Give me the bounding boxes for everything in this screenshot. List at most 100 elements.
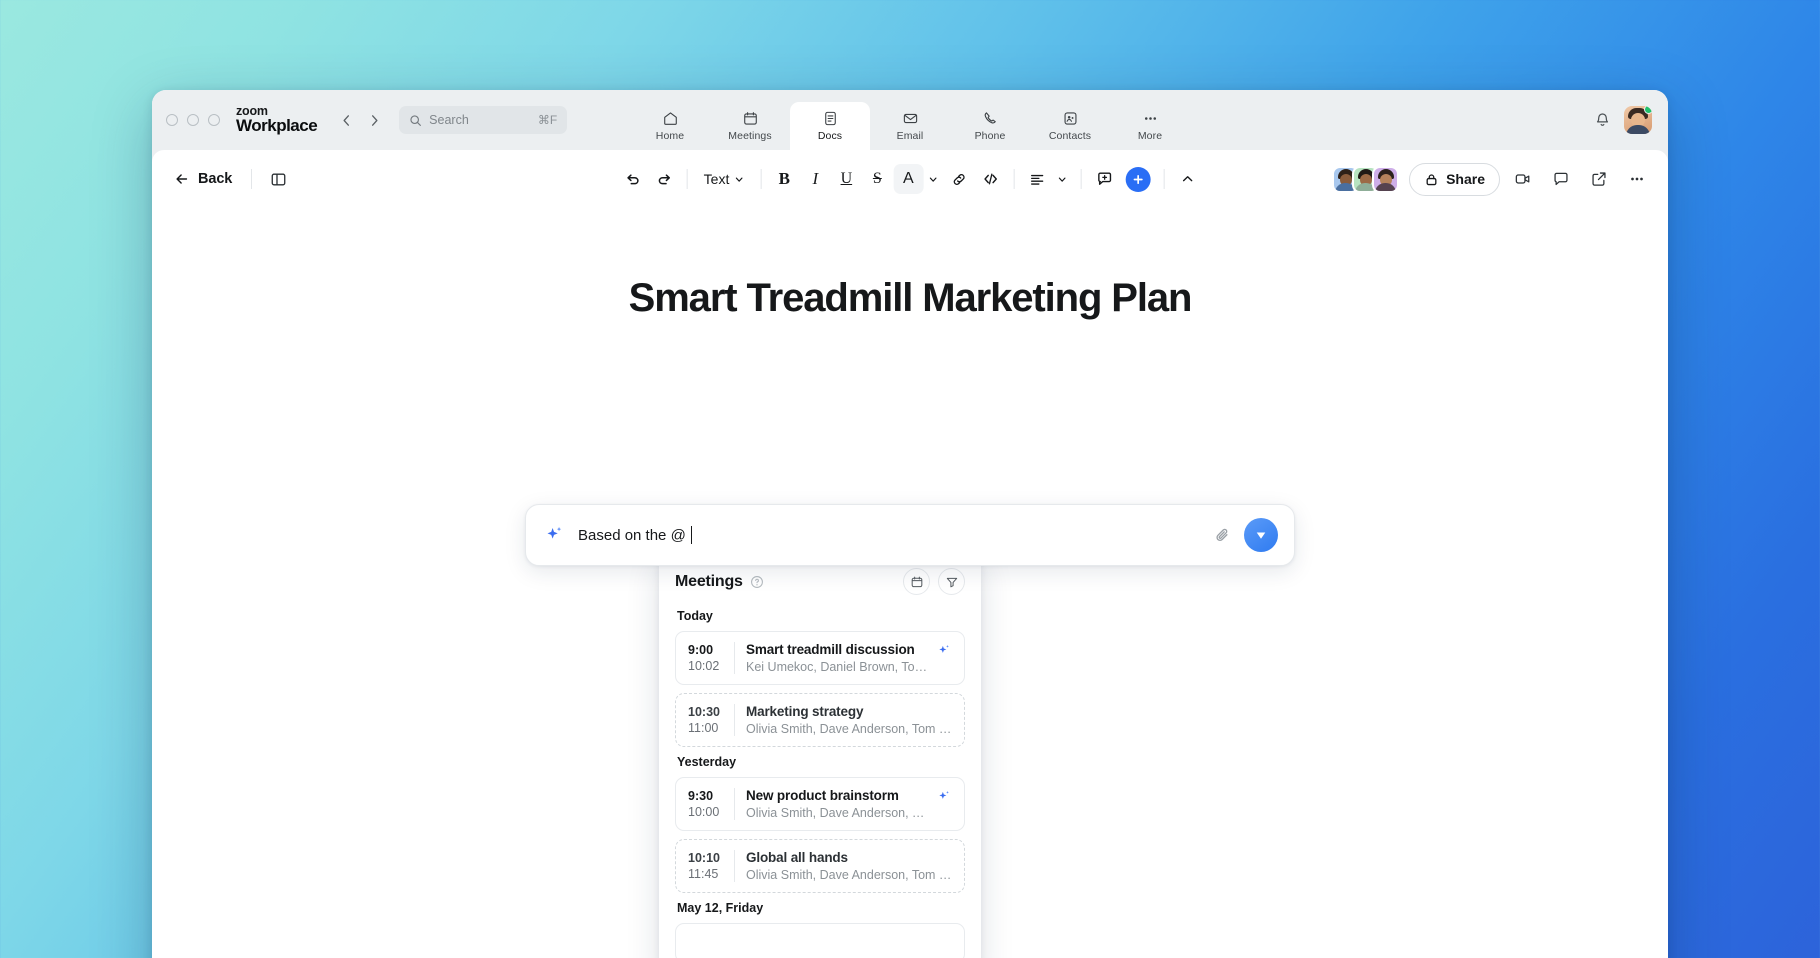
meeting-end-time: 11:00: [688, 721, 724, 735]
share-button-label: Share: [1446, 171, 1485, 187]
toolbar-right-group: Share: [1332, 163, 1652, 196]
lock-icon: [1424, 172, 1439, 187]
bold-button[interactable]: B: [769, 164, 799, 194]
back-arrow-icon[interactable]: [333, 107, 359, 133]
external-link-icon[interactable]: [1584, 164, 1614, 194]
toolbar-divider: [251, 169, 252, 189]
insert-block-button[interactable]: [1125, 167, 1150, 192]
toolbar-divider: [1080, 169, 1081, 189]
meeting-divider: [734, 642, 735, 674]
share-button[interactable]: Share: [1409, 163, 1500, 196]
meeting-info: New product brainstorm Olivia Smith, Dav…: [746, 788, 929, 820]
avatar-body: [1626, 125, 1650, 134]
maximize-window-button[interactable]: [208, 114, 220, 126]
tab-more[interactable]: More: [1110, 102, 1190, 150]
meeting-attendees: Olivia Smith, Dave Anderson, Tom Nguyen…: [746, 806, 929, 820]
tab-email[interactable]: Email: [870, 102, 950, 150]
meeting-divider: [734, 850, 735, 882]
paperclip-icon[interactable]: [1213, 526, 1232, 545]
help-circle-icon[interactable]: [750, 575, 764, 589]
text-style-dropdown[interactable]: Text: [696, 166, 753, 192]
meeting-info: Marketing strategy Olivia Smith, Dave An…: [746, 704, 952, 736]
redo-icon[interactable]: [649, 164, 679, 194]
avatar-body: [1375, 183, 1396, 193]
calendar-icon[interactable]: [903, 568, 930, 595]
tab-meetings[interactable]: Meetings: [710, 102, 790, 150]
meeting-title: New product brainstorm: [746, 788, 929, 803]
close-window-button[interactable]: [166, 114, 178, 126]
tab-email-label: Email: [897, 130, 924, 142]
meeting-info: Smart treadmill discussion Kei Umekoc, D…: [746, 642, 929, 674]
meetings-panel-title: Meetings: [675, 573, 743, 591]
strike-label: S: [873, 170, 882, 188]
minimize-window-button[interactable]: [187, 114, 199, 126]
add-comment-icon[interactable]: [1089, 164, 1119, 194]
font-color-button[interactable]: A: [893, 164, 923, 194]
home-icon: [662, 110, 679, 127]
page-title[interactable]: Smart Treadmill Marketing Plan: [152, 276, 1668, 321]
meeting-attendees: Olivia Smith, Dave Anderson, Tom Nguyen…: [746, 722, 952, 736]
filter-icon[interactable]: [938, 568, 965, 595]
align-left-icon[interactable]: [1022, 164, 1052, 194]
meetings-group: Yesterday 9:30 10:00 New product brainst…: [675, 755, 965, 893]
tab-phone[interactable]: Phone: [950, 102, 1030, 150]
more-options-icon[interactable]: [1622, 164, 1652, 194]
ai-prompt-bar[interactable]: Based on the @: [525, 504, 1295, 566]
user-avatar[interactable]: [1624, 106, 1652, 134]
toolbar-divider: [1013, 169, 1014, 189]
italic-button[interactable]: I: [800, 164, 830, 194]
undo-icon[interactable]: [618, 164, 648, 194]
document-surface: Back Text: [152, 150, 1668, 958]
meeting-end-time: 10:02: [688, 659, 724, 673]
meeting-list-item[interactable]: 9:30 10:00 New product brainstorm Olivia…: [675, 777, 965, 831]
avatar[interactable]: [1372, 166, 1399, 193]
underline-label: U: [841, 170, 853, 188]
meeting-end-time: 11:45: [688, 867, 724, 881]
align-chevron-down-icon[interactable]: [1052, 164, 1072, 194]
meeting-end-time: 10:00: [688, 805, 724, 819]
text-style-label: Text: [704, 171, 730, 187]
toolbar-divider: [1163, 169, 1164, 189]
envelope-icon: [902, 110, 919, 127]
ellipsis-icon: [1142, 110, 1159, 127]
toolbar-divider: [760, 169, 761, 189]
ai-summary-sparkle-icon[interactable]: [937, 789, 952, 804]
toolbar-left-group: Back: [166, 164, 293, 194]
panel-toggle-icon[interactable]: [263, 164, 293, 194]
app-top-bar: zoom Workplace Search ⌘F Home: [152, 90, 1668, 150]
meeting-title: Global all hands: [746, 850, 952, 865]
contacts-icon: [1062, 110, 1079, 127]
meeting-list-item[interactable]: 10:30 11:00 Marketing strategy Olivia Sm…: [675, 693, 965, 747]
meeting-info: Global all hands Olivia Smith, Dave Ande…: [746, 850, 952, 882]
video-camera-icon[interactable]: [1508, 164, 1538, 194]
window-controls[interactable]: [166, 114, 220, 126]
search-icon: [409, 114, 422, 127]
send-button[interactable]: [1244, 518, 1278, 552]
meeting-list-item[interactable]: [675, 923, 965, 958]
meeting-list-item[interactable]: 9:00 10:02 Smart treadmill discussion Ke…: [675, 631, 965, 685]
meeting-attendees: Olivia Smith, Dave Anderson, Tom Nguyen…: [746, 868, 952, 882]
comment-icon[interactable]: [1546, 164, 1576, 194]
toolbar-divider: [687, 169, 688, 189]
tab-contacts[interactable]: Contacts: [1030, 102, 1110, 150]
notifications-bell-icon[interactable]: [1593, 111, 1612, 130]
tab-home-label: Home: [656, 130, 684, 142]
font-color-label: A: [903, 170, 914, 188]
code-icon[interactable]: [975, 164, 1005, 194]
forward-arrow-icon[interactable]: [361, 107, 387, 133]
ai-prompt-input[interactable]: Based on the @: [578, 526, 1201, 544]
underline-button[interactable]: U: [831, 164, 861, 194]
chevron-up-icon[interactable]: [1172, 164, 1202, 194]
strikethrough-button[interactable]: S: [862, 164, 892, 194]
brand-line-2: Workplace: [236, 117, 317, 134]
meeting-list-item[interactable]: 10:10 11:45 Global all hands Olivia Smit…: [675, 839, 965, 893]
link-icon[interactable]: [944, 164, 974, 194]
tab-home[interactable]: Home: [630, 102, 710, 150]
ai-summary-sparkle-icon[interactable]: [937, 643, 952, 658]
chevron-down-icon: [733, 174, 744, 185]
back-button[interactable]: Back: [166, 166, 240, 192]
arrow-left-icon: [174, 171, 190, 187]
search-input[interactable]: Search ⌘F: [399, 106, 567, 134]
font-color-chevron-down-icon[interactable]: [923, 164, 943, 194]
tab-docs[interactable]: Docs: [790, 102, 870, 150]
